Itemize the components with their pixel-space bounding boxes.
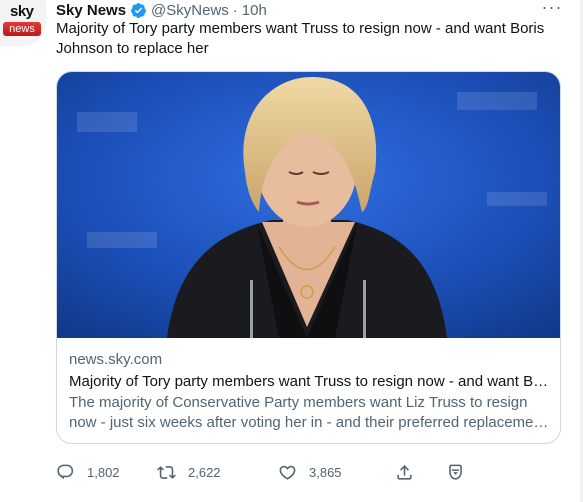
share-icon: [397, 465, 412, 480]
tweet-text: Majority of Tory party members want Trus…: [56, 20, 545, 57]
account-handle[interactable]: @SkyNews: [151, 2, 229, 19]
bookmark-icon: [449, 464, 462, 480]
retweet-button[interactable]: 2,622: [157, 463, 221, 482]
more-icon[interactable]: ···: [541, 0, 563, 18]
retweet-icon: [157, 466, 176, 479]
reply-button[interactable]: 1,802: [56, 463, 120, 482]
header-separator: ·: [232, 1, 238, 19]
link-card[interactable]: news.sky.com Majority of Tory party memb…: [56, 71, 561, 444]
card-title: Majority of Tory party members want Trus…: [69, 373, 553, 390]
card-domain: news.sky.com: [69, 351, 163, 368]
tweet-header: Sky News @SkyNews · 10h: [56, 0, 267, 20]
card-description: The majority of Conservative Party membe…: [69, 394, 546, 431]
like-button[interactable]: 3,865: [278, 463, 342, 482]
like-icon: [279, 465, 296, 480]
retweet-count: 2,622: [188, 465, 221, 480]
like-count: 3,865: [309, 465, 342, 480]
verified-badge-icon: [131, 2, 146, 18]
share-button[interactable]: [395, 463, 426, 482]
card-meta: news.sky.com Majority of Tory party memb…: [69, 350, 553, 433]
bookmark-button[interactable]: [446, 463, 477, 482]
avatar-logo-text-top: sky: [10, 3, 34, 20]
account-avatar[interactable]: sky news: [0, 0, 46, 46]
reply-count: 1,802: [87, 465, 120, 480]
tweet-actions: 1,802 2,622 3,865: [56, 463, 486, 485]
account-name[interactable]: Sky News: [56, 2, 126, 19]
reply-icon: [57, 464, 74, 480]
tweet-timestamp[interactable]: 10h: [242, 2, 267, 19]
card-image: [57, 72, 560, 338]
avatar-logo-text-bottom: news: [3, 22, 41, 36]
